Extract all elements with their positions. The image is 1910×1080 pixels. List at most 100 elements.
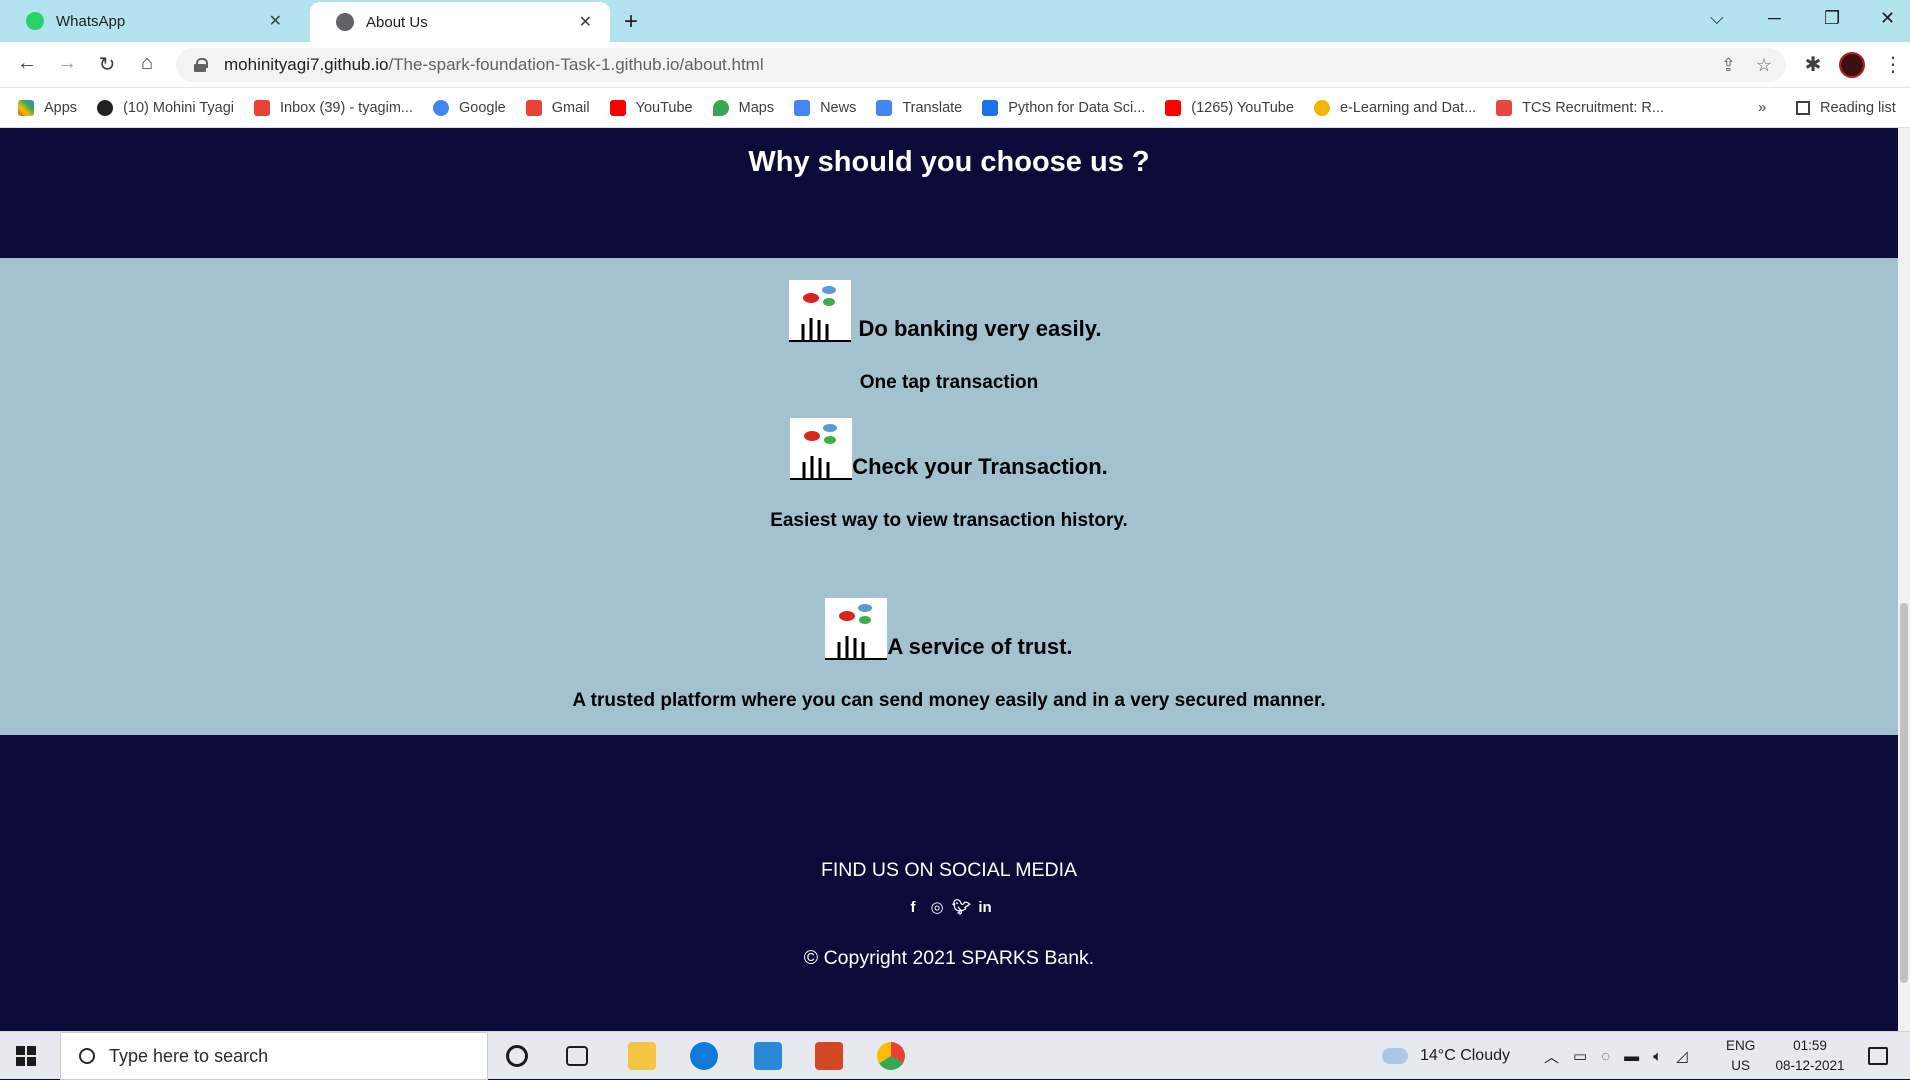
mail-icon[interactable] bbox=[754, 1042, 782, 1070]
language-indicator[interactable]: ENG US bbox=[1726, 1032, 1755, 1080]
maps-pin-icon bbox=[712, 99, 729, 116]
news-icon bbox=[794, 99, 811, 116]
footer: FIND US ON SOCIAL MEDIA f ◎ 🐦︎ in © Copy… bbox=[0, 735, 1898, 1031]
browser-toolbar: ← → ↻ ⌂ mohinityagi7.github.io/The-spark… bbox=[0, 42, 1910, 88]
close-icon[interactable]: ✕ bbox=[579, 12, 592, 32]
twitter-icon[interactable]: 🐦︎ bbox=[952, 899, 971, 917]
chat-hands-icon bbox=[825, 598, 888, 660]
chat-hands-icon bbox=[790, 418, 853, 480]
tab-whatsapp[interactable]: WhatsApp ✕ bbox=[0, 0, 300, 42]
notifications-icon[interactable] bbox=[1868, 1047, 1888, 1065]
facebook-icon[interactable]: f bbox=[904, 899, 922, 917]
bookmark-label: Python for Data Sci... bbox=[1008, 99, 1146, 116]
bookmark-label: Translate bbox=[902, 99, 963, 116]
close-icon[interactable]: ✕ bbox=[269, 11, 282, 31]
back-icon[interactable]: ← bbox=[14, 52, 40, 75]
youtube-icon bbox=[609, 99, 626, 116]
globe-icon bbox=[97, 99, 114, 116]
reading-list-button[interactable]: Reading list bbox=[1796, 88, 1896, 128]
gmail-icon bbox=[254, 99, 271, 116]
chrome-icon[interactable] bbox=[877, 1042, 905, 1070]
menu-icon[interactable]: ⋮ bbox=[1880, 52, 1906, 77]
share-icon[interactable]: ⇪ bbox=[1721, 55, 1736, 76]
bookmark-inbox[interactable]: Inbox (39) - tyagim... bbox=[254, 99, 413, 116]
google-icon bbox=[432, 99, 449, 116]
bookmark-tcs[interactable]: TCS Recruitment: R... bbox=[1496, 99, 1664, 116]
more-bookmarks-button[interactable]: » bbox=[1758, 99, 1766, 116]
home-icon[interactable]: ⌂ bbox=[134, 52, 160, 75]
weather-widget[interactable]: 14°C Cloudy bbox=[1382, 1032, 1510, 1080]
bookmark-maps[interactable]: Maps bbox=[712, 99, 775, 116]
new-tab-button[interactable]: + bbox=[624, 8, 638, 36]
tab-about-us[interactable]: About Us ✕ bbox=[310, 2, 610, 42]
volume-icon[interactable]: 🔈︎ bbox=[1653, 1048, 1662, 1065]
bookmark-label: Maps bbox=[738, 99, 775, 116]
social-links: f ◎ 🐦︎ in bbox=[0, 899, 1898, 917]
copyright-text: © Copyright 2021 SPARKS Bank. bbox=[803, 947, 1095, 969]
bookmark-label: YouTube bbox=[635, 99, 693, 116]
scroll-thumb[interactable] bbox=[1900, 603, 1908, 983]
close-window-button[interactable]: ✕ bbox=[1880, 8, 1895, 29]
search-icon bbox=[79, 1048, 95, 1064]
bookmark-label: (10) Mohini Tyagi bbox=[123, 99, 235, 116]
bookmark-youtube[interactable]: YouTube bbox=[609, 99, 693, 116]
bookmark-elearning[interactable]: e-Learning and Dat... bbox=[1313, 99, 1477, 116]
minimize-button[interactable]: ─ bbox=[1768, 8, 1781, 29]
bookmark-python[interactable]: Python for Data Sci... bbox=[982, 99, 1146, 116]
taskbar-search-input[interactable]: Type here to search bbox=[60, 1032, 488, 1080]
forward-icon[interactable]: → bbox=[54, 52, 80, 75]
reload-icon[interactable]: ↻ bbox=[94, 52, 120, 77]
feature-2-title: Check your Transaction. bbox=[0, 418, 1898, 480]
youtube-icon bbox=[1165, 99, 1182, 116]
bookmark-news[interactable]: News bbox=[794, 99, 857, 116]
bookmark-star-icon[interactable]: ☆ bbox=[1756, 55, 1772, 76]
file-explorer-icon[interactable] bbox=[628, 1042, 656, 1070]
reading-list-icon bbox=[1796, 101, 1810, 115]
chat-hands-icon bbox=[788, 280, 851, 342]
bookmark-gmail[interactable]: Gmail bbox=[525, 99, 590, 116]
feature-title-text: Do banking very easily. bbox=[858, 316, 1102, 341]
bookmark-translate[interactable]: Translate bbox=[876, 99, 963, 116]
tab-search-icon[interactable]: ⌵ bbox=[1710, 8, 1724, 29]
windows-start-icon[interactable] bbox=[16, 1046, 36, 1066]
feature-3-subtitle: A trusted platform where you can send mo… bbox=[572, 690, 1326, 711]
device-icon[interactable]: ▭ bbox=[1573, 1047, 1587, 1065]
globe-icon bbox=[336, 13, 354, 31]
bookmark-label: e-Learning and Dat... bbox=[1339, 99, 1477, 116]
instagram-icon[interactable]: ◎ bbox=[928, 899, 946, 917]
why-section: Why should you choose us ? bbox=[0, 128, 1898, 258]
url-path: /The-spark-foundation-Task-1.github.io/a… bbox=[388, 55, 764, 74]
bookmark-youtube-2[interactable]: (1265) YouTube bbox=[1165, 99, 1294, 116]
elearning-icon bbox=[1313, 99, 1330, 116]
page-scrollbar[interactable] bbox=[1898, 128, 1910, 1031]
powerpoint-icon[interactable] bbox=[815, 1042, 843, 1070]
wifi-icon[interactable]: ◿ bbox=[1676, 1047, 1688, 1065]
extensions-icon[interactable]: ✱ bbox=[1800, 52, 1826, 77]
lock-icon[interactable] bbox=[194, 58, 208, 72]
address-bar[interactable]: mohinityagi7.github.io/The-spark-foundat… bbox=[176, 48, 1786, 82]
features-section: Do banking very easily. One tap transact… bbox=[0, 258, 1898, 735]
restore-button[interactable]: ❐ bbox=[1824, 8, 1840, 29]
bookmark-apps[interactable]: Apps bbox=[18, 99, 78, 116]
network-icon[interactable]: ◌ bbox=[1601, 1048, 1610, 1065]
task-view-icon[interactable] bbox=[566, 1046, 588, 1066]
bookmark-label: News bbox=[820, 99, 857, 116]
bookmark-google[interactable]: Google bbox=[432, 99, 506, 116]
feature-1-subtitle: One tap transaction bbox=[859, 372, 1039, 393]
tcs-icon bbox=[1496, 99, 1513, 116]
edge-icon[interactable] bbox=[690, 1042, 718, 1070]
bookmark-label: Apps bbox=[44, 99, 78, 116]
battery-icon[interactable]: ▬ bbox=[1624, 1048, 1639, 1065]
translate-icon bbox=[876, 99, 893, 116]
tab-title: WhatsApp bbox=[56, 12, 126, 30]
clock[interactable]: 01:59 08-12-2021 bbox=[1770, 1032, 1850, 1080]
cortana-icon[interactable] bbox=[506, 1045, 528, 1067]
bookmark-label: (1265) YouTube bbox=[1191, 99, 1294, 116]
bookmark-label: Google bbox=[458, 99, 506, 116]
system-tray: ︿ ▭ ◌ ▬ 🔈︎ ◿ bbox=[1544, 1032, 1688, 1080]
tab-title: About Us bbox=[366, 13, 428, 31]
bookmark-mohini[interactable]: (10) Mohini Tyagi bbox=[97, 99, 235, 116]
profile-avatar[interactable] bbox=[1839, 52, 1865, 78]
chevron-up-icon[interactable]: ︿ bbox=[1544, 1046, 1559, 1067]
linkedin-icon[interactable]: in bbox=[976, 899, 994, 917]
